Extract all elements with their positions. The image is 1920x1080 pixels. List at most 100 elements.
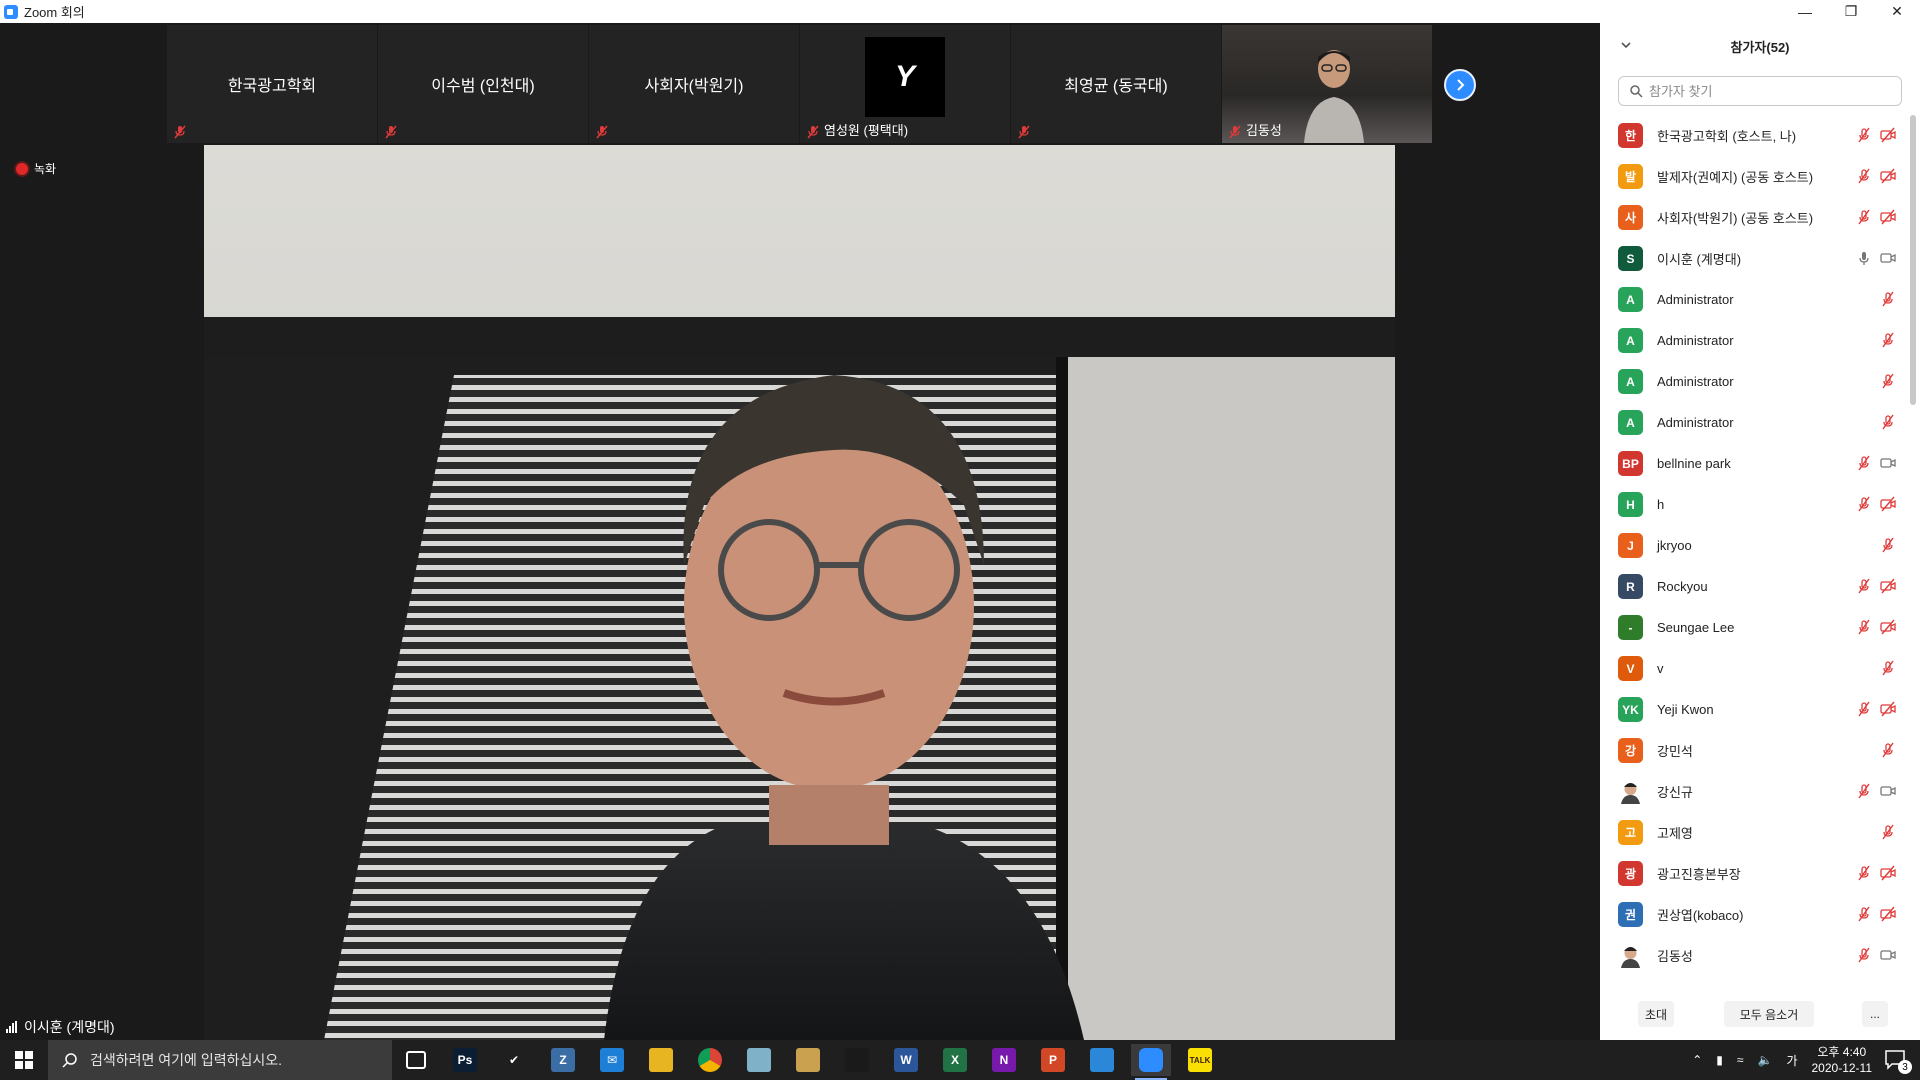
mic-icon[interactable] bbox=[1856, 250, 1872, 266]
taskbar-app[interactable] bbox=[1131, 1044, 1171, 1080]
muted-mic-icon[interactable] bbox=[1880, 660, 1896, 676]
participant-row[interactable]: R Rockyou bbox=[1600, 566, 1906, 607]
participant-row[interactable]: 사 사회자(박원기) (공동 호스트) bbox=[1600, 197, 1906, 238]
video-icon[interactable] bbox=[1880, 250, 1896, 266]
video-off-icon[interactable] bbox=[1880, 865, 1896, 881]
muted-mic-icon[interactable] bbox=[1880, 373, 1896, 389]
video-icon[interactable] bbox=[1880, 783, 1896, 799]
more-button[interactable]: ... bbox=[1862, 1001, 1888, 1027]
muted-mic-icon[interactable] bbox=[1880, 824, 1896, 840]
participant-row[interactable]: A Administrator bbox=[1600, 320, 1906, 361]
participant-row[interactable]: Jjkryoo bbox=[1600, 525, 1906, 566]
participant-row[interactable]: BP bellnine park bbox=[1600, 443, 1906, 484]
taskbar-app[interactable]: ✔ bbox=[494, 1044, 534, 1076]
video-area: 한국광고학회 이수범 (인천대) 사회자(박원기) Y 염성원 (평택대) 최영… bbox=[0, 23, 1600, 1040]
taskbar-app[interactable]: Ps bbox=[445, 1044, 485, 1076]
volume-icon[interactable]: 🔈 bbox=[1758, 1053, 1773, 1067]
participant-row[interactable]: - Seungae Lee bbox=[1600, 607, 1906, 648]
muted-mic-icon[interactable] bbox=[1880, 291, 1896, 307]
muted-mic-icon[interactable] bbox=[1856, 168, 1872, 184]
taskbar-app[interactable]: W bbox=[886, 1044, 926, 1076]
participant-row[interactable]: 한 한국광고학회 (호스트, 나) bbox=[1600, 115, 1906, 156]
video-off-icon[interactable] bbox=[1880, 496, 1896, 512]
next-page-button[interactable] bbox=[1444, 69, 1476, 101]
taskbar-app[interactable]: X bbox=[935, 1044, 975, 1076]
minimize-button[interactable]: — bbox=[1782, 0, 1828, 23]
video-tile[interactable]: 이수범 (인천대) bbox=[378, 25, 588, 143]
participant-search[interactable] bbox=[1618, 76, 1902, 106]
chevron-up-icon[interactable]: ⌃ bbox=[1692, 1053, 1702, 1067]
taskbar-app[interactable] bbox=[396, 1044, 436, 1076]
battery-icon[interactable]: ▮ bbox=[1716, 1053, 1723, 1067]
participant-row[interactable]: 강신규 bbox=[1600, 771, 1906, 812]
video-tile[interactable]: 최영균 (동국대) bbox=[1011, 25, 1221, 143]
video-off-icon[interactable] bbox=[1880, 578, 1896, 594]
muted-mic-icon[interactable] bbox=[1856, 209, 1872, 225]
taskbar-app[interactable]: P bbox=[1033, 1044, 1073, 1076]
participant-row[interactable]: 강 강민석 bbox=[1600, 730, 1906, 771]
muted-mic-icon[interactable] bbox=[1856, 496, 1872, 512]
video-off-icon[interactable] bbox=[1880, 906, 1896, 922]
participant-row[interactable]: A Administrator bbox=[1600, 279, 1906, 320]
participant-scrollbar[interactable] bbox=[1910, 115, 1916, 1005]
video-off-icon[interactable] bbox=[1880, 209, 1896, 225]
video-off-icon[interactable] bbox=[1880, 701, 1896, 717]
muted-mic-icon[interactable] bbox=[1880, 742, 1896, 758]
participant-row[interactable]: 권 권상엽(kobaco) bbox=[1600, 894, 1906, 935]
taskbar-app[interactable]: N bbox=[984, 1044, 1024, 1076]
participant-row[interactable]: 광 광고진흥본부장 bbox=[1600, 853, 1906, 894]
video-off-icon[interactable] bbox=[1880, 127, 1896, 143]
search-input[interactable] bbox=[1647, 82, 1891, 100]
muted-mic-icon[interactable] bbox=[1856, 906, 1872, 922]
taskbar-app[interactable] bbox=[837, 1044, 877, 1076]
participant-row[interactable]: A Administrator bbox=[1600, 402, 1906, 443]
video-icon[interactable] bbox=[1880, 947, 1896, 963]
taskbar-app[interactable]: ✉ bbox=[592, 1044, 632, 1076]
participant-row[interactable]: Hh bbox=[1600, 484, 1906, 525]
participant-row[interactable]: S 이시훈 (계명대) bbox=[1600, 238, 1906, 279]
muted-mic-icon[interactable] bbox=[1856, 619, 1872, 635]
video-off-icon[interactable] bbox=[1880, 619, 1896, 635]
clock[interactable]: 오후 4:40 2020-12-11 bbox=[1812, 1044, 1873, 1076]
video-off-icon[interactable] bbox=[1880, 168, 1896, 184]
taskbar-app[interactable]: Z bbox=[543, 1044, 583, 1076]
start-button[interactable] bbox=[0, 1040, 48, 1080]
muted-mic-icon[interactable] bbox=[1880, 537, 1896, 553]
muted-mic-icon[interactable] bbox=[1856, 127, 1872, 143]
taskbar-app[interactable] bbox=[739, 1044, 779, 1076]
wifi-icon[interactable]: ≈ bbox=[1737, 1053, 1744, 1067]
participant-row[interactable]: Vv bbox=[1600, 648, 1906, 689]
muted-mic-icon[interactable] bbox=[1856, 865, 1872, 881]
muted-mic-icon[interactable] bbox=[1880, 414, 1896, 430]
video-icon[interactable] bbox=[1880, 455, 1896, 471]
taskbar-app[interactable] bbox=[1082, 1044, 1122, 1076]
muted-mic-icon[interactable] bbox=[1856, 578, 1872, 594]
notification-center-button[interactable]: 3 bbox=[1884, 1048, 1912, 1074]
muted-mic-icon[interactable] bbox=[1856, 783, 1872, 799]
restore-button[interactable]: ❐ bbox=[1828, 0, 1874, 23]
invite-button[interactable]: 초대 bbox=[1638, 1001, 1674, 1027]
participant-row[interactable]: 고 고제영 bbox=[1600, 812, 1906, 853]
participant-name: Yeji Kwon bbox=[1657, 702, 1714, 717]
muted-mic-icon[interactable] bbox=[1880, 332, 1896, 348]
ime-indicator[interactable]: 가 bbox=[1786, 1052, 1797, 1069]
muted-mic-icon[interactable] bbox=[1856, 701, 1872, 717]
participant-row[interactable]: 발 발제자(권예지) (공동 호스트) bbox=[1600, 156, 1906, 197]
video-tile[interactable]: 한국광고학회 bbox=[167, 25, 377, 143]
participant-row[interactable]: A Administrator bbox=[1600, 361, 1906, 402]
muted-mic-icon[interactable] bbox=[1856, 455, 1872, 471]
taskbar-search[interactable]: 검색하려면 여기에 입력하십시오. bbox=[48, 1040, 392, 1080]
taskbar-app[interactable]: TALK bbox=[1180, 1044, 1220, 1076]
close-button[interactable]: ✕ bbox=[1874, 0, 1920, 23]
video-tile[interactable]: 사회자(박원기) bbox=[589, 25, 799, 143]
taskbar-app[interactable] bbox=[690, 1044, 730, 1076]
taskbar-app[interactable] bbox=[641, 1044, 681, 1076]
video-tile[interactable]: Y 염성원 (평택대) bbox=[800, 25, 1010, 143]
participant-name: 김동성 bbox=[1657, 949, 1693, 964]
mute-all-button[interactable]: 모두 음소거 bbox=[1724, 1001, 1814, 1027]
muted-mic-icon[interactable] bbox=[1856, 947, 1872, 963]
taskbar-app[interactable] bbox=[788, 1044, 828, 1076]
participant-row[interactable]: YK Yeji Kwon bbox=[1600, 689, 1906, 730]
participant-row[interactable]: 김동성 bbox=[1600, 935, 1906, 976]
video-tile[interactable]: 김동성 bbox=[1222, 25, 1432, 143]
